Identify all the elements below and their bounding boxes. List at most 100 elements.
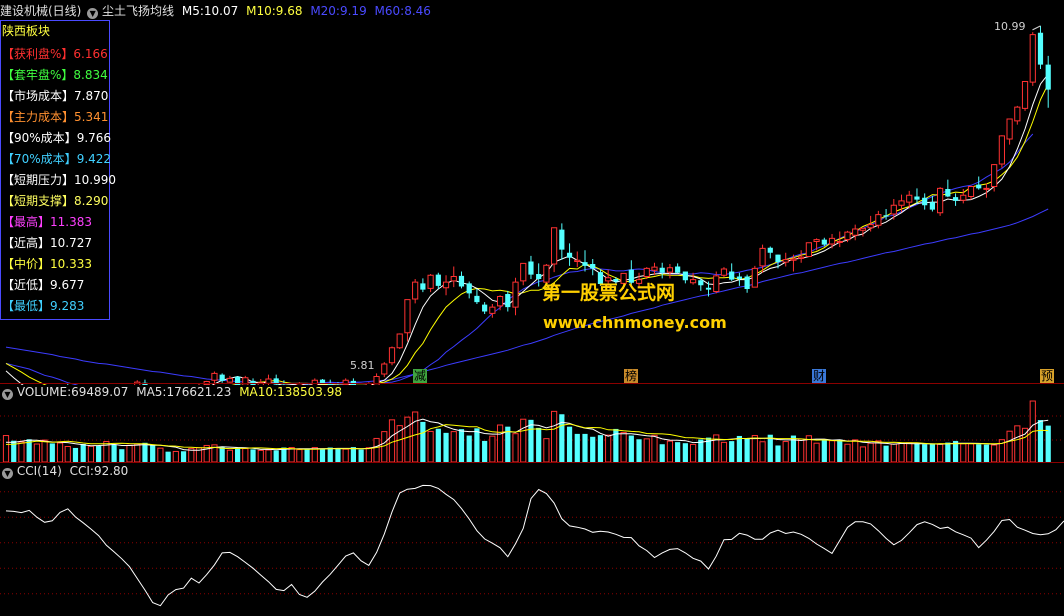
stock-name[interactable]: 建设机械(日线) (0, 4, 81, 18)
candle-body (559, 229, 565, 250)
event-marker-rank[interactable]: 榜 (624, 369, 638, 383)
volume-bar (636, 439, 642, 462)
info-label: 【最高】 (2, 215, 51, 229)
candle-body (412, 281, 419, 300)
volume-bar (813, 442, 820, 462)
candle-body (821, 239, 827, 245)
info-value: 10.333 (50, 257, 93, 271)
info-label: 【中价】 (2, 257, 51, 271)
candle-body (1045, 64, 1051, 90)
volume-bar (929, 444, 935, 462)
volume-bar (420, 421, 426, 462)
event-marker-forecast[interactable]: 预 (1040, 369, 1054, 383)
info-label: 【获利盘%】 (2, 47, 74, 61)
candle-body (775, 254, 781, 263)
volume-bar (605, 434, 612, 462)
ma20-label: M20: (310, 4, 340, 18)
candle-body (566, 252, 573, 258)
volume-bar (976, 444, 982, 462)
ma60-line (5, 208, 1049, 384)
volume-bar (489, 435, 496, 462)
info-value: 7.870 (74, 89, 109, 103)
volume-bar (744, 438, 750, 462)
volume-bar (536, 427, 542, 462)
volume-bar (597, 435, 604, 462)
volume-bar (782, 441, 789, 462)
volume-bar (682, 443, 688, 462)
volume-bar (991, 444, 998, 462)
watermark-url: www.chnmoney.com (543, 313, 727, 332)
info-value: 5.341 (74, 110, 109, 124)
candle-body (211, 372, 218, 381)
volume-bar (319, 448, 326, 462)
info-label: 【套牢盘%】 (2, 68, 74, 82)
volume-bar (18, 441, 25, 462)
info-row: 【70%成本】9.422 (2, 150, 111, 167)
info-label: 【短期压力】 (2, 173, 75, 187)
volume-bar (675, 442, 681, 462)
info-row: 【获利盘%】6.166 (2, 45, 108, 62)
indicator-name[interactable]: 尘土飞扬均线 (102, 4, 174, 18)
info-row: 【套牢盘%】8.834 (2, 66, 108, 83)
ma60-label: M60: (374, 4, 405, 18)
info-row: 【最高】11.383 (2, 213, 92, 230)
volume-bar (296, 449, 303, 462)
cci-line (5, 484, 1064, 607)
candle-body (991, 164, 998, 187)
candle-body (875, 214, 882, 226)
volume-bar (342, 448, 349, 462)
candle-body (666, 267, 674, 273)
volume-bar (496, 424, 504, 462)
info-label: 【近低】 (2, 278, 51, 292)
volume-bar (620, 431, 627, 462)
volume-bar (729, 441, 735, 462)
candle-body (720, 268, 728, 276)
candle-body (1029, 34, 1036, 83)
volume-bar (512, 433, 519, 462)
event-marker-finance[interactable]: 财 (812, 369, 826, 383)
price-chart[interactable] (0, 17, 1064, 385)
volume-bar (551, 410, 558, 462)
candle-body (420, 283, 426, 290)
volume-bar (520, 418, 527, 462)
candle-body (551, 227, 558, 265)
candle-body (689, 279, 697, 284)
volume-bar (566, 426, 573, 462)
info-row: 【近低】9.677 (2, 276, 84, 293)
candle-body (651, 266, 658, 271)
candle-body (659, 267, 665, 273)
info-row: 【90%成本】9.766 (2, 129, 111, 146)
candle-body (512, 281, 519, 308)
candle-body (520, 262, 527, 282)
event-marker-reduce[interactable]: 减 (413, 369, 427, 383)
volume-bar (2, 435, 10, 462)
volume-bar (150, 445, 156, 462)
ma10-line (5, 83, 1049, 385)
volume-bar (412, 411, 419, 462)
volume-bar (257, 449, 264, 462)
volume-bar (666, 440, 674, 462)
sector-label: 陕西板块 (2, 24, 51, 38)
volume-bar (458, 429, 465, 462)
info-value: 8.290 (74, 194, 109, 208)
volume-bar (482, 440, 488, 462)
volume-bar (720, 441, 728, 462)
cci-chart[interactable] (0, 463, 1064, 613)
candle-body (767, 247, 773, 253)
volume-bar (689, 443, 697, 462)
volume-bar (226, 449, 233, 462)
info-label: 【短期支撑】 (2, 194, 75, 208)
high-pointer (1032, 25, 1041, 31)
volume-bar (56, 442, 64, 462)
info-row: 【市场成本】7.870 (2, 87, 108, 104)
candle-body (388, 347, 396, 364)
watermark-title: 第一股票公式网 (542, 282, 676, 304)
volume-bar (852, 439, 859, 462)
candle-body (729, 271, 735, 280)
candle-body (782, 259, 789, 263)
volume-bar (983, 444, 990, 462)
volume-chart[interactable] (0, 386, 1064, 462)
candle-body (582, 262, 588, 266)
candle-body (1021, 81, 1029, 109)
high-price-label: 10.99 (994, 20, 1026, 33)
